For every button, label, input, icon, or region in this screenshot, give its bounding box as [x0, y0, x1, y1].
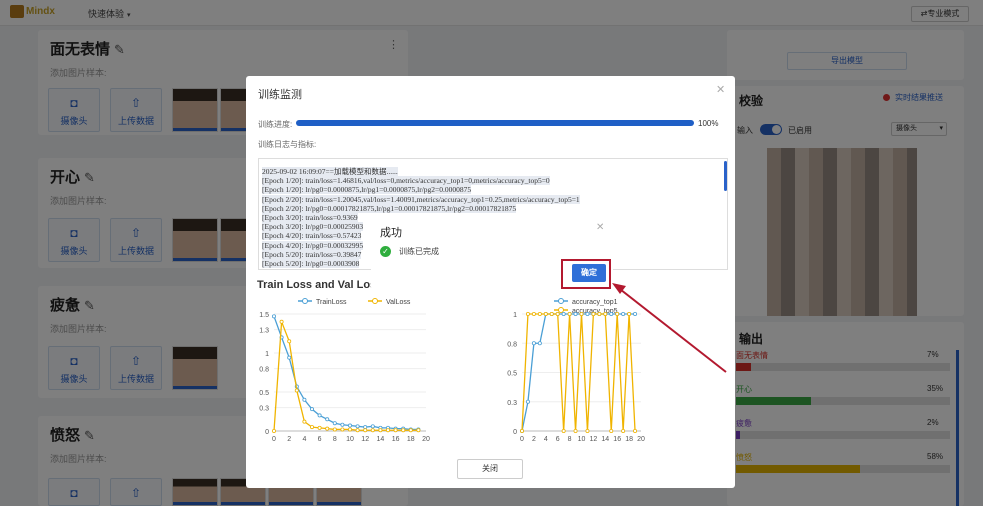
annotation-arrow	[612, 283, 727, 373]
arrow-line	[615, 285, 727, 373]
app-root: Mindx 快速体验▾ ⇄专业模式 面无表情✎ ⋮ 添加图片样本: ◘摄像头 ⇧…	[0, 0, 983, 506]
